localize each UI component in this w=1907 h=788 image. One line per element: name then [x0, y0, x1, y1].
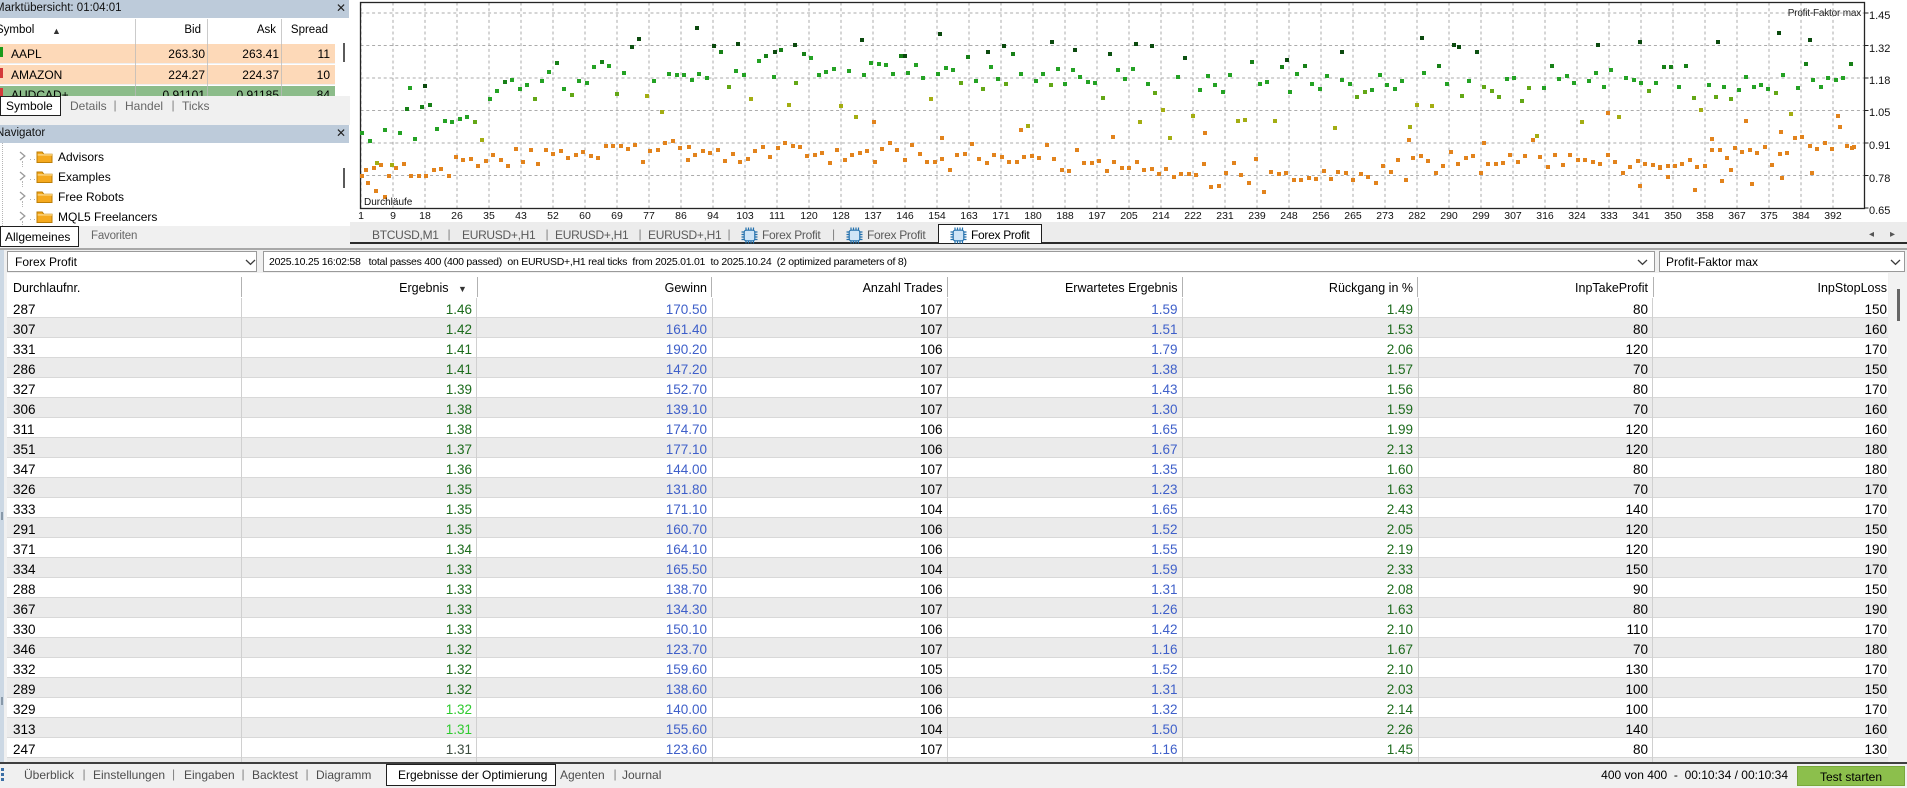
svg-text:248: 248 — [1280, 210, 1298, 222]
svg-text:222: 222 — [1184, 210, 1202, 222]
svg-text:1.45: 1.45 — [1869, 10, 1890, 22]
svg-text:231: 231 — [1216, 210, 1234, 222]
svg-text:35: 35 — [483, 210, 495, 222]
svg-text:350: 350 — [1664, 210, 1682, 222]
svg-text:307: 307 — [1504, 210, 1522, 222]
svg-text:290: 290 — [1440, 210, 1458, 222]
svg-text:316: 316 — [1536, 210, 1554, 222]
svg-text:146: 146 — [896, 210, 914, 222]
svg-text:214: 214 — [1152, 210, 1170, 222]
svg-text:265: 265 — [1344, 210, 1362, 222]
svg-text:392: 392 — [1824, 210, 1842, 222]
svg-text:137: 137 — [864, 210, 882, 222]
svg-text:86: 86 — [675, 210, 687, 222]
svg-text:163: 163 — [960, 210, 978, 222]
svg-text:384: 384 — [1792, 210, 1810, 222]
svg-text:128: 128 — [832, 210, 850, 222]
svg-text:188: 188 — [1056, 210, 1074, 222]
svg-text:26: 26 — [451, 210, 463, 222]
svg-text:0.78: 0.78 — [1869, 173, 1890, 185]
svg-text:103: 103 — [736, 210, 754, 222]
svg-text:94: 94 — [707, 210, 719, 222]
svg-text:69: 69 — [611, 210, 623, 222]
svg-text:333: 333 — [1600, 210, 1618, 222]
svg-text:43: 43 — [515, 210, 527, 222]
svg-text:60: 60 — [579, 210, 591, 222]
svg-text:18: 18 — [419, 210, 431, 222]
svg-text:239: 239 — [1248, 210, 1266, 222]
svg-text:171: 171 — [992, 210, 1010, 222]
svg-text:154: 154 — [928, 210, 946, 222]
svg-text:1: 1 — [358, 210, 364, 222]
svg-text:273: 273 — [1376, 210, 1394, 222]
svg-text:299: 299 — [1472, 210, 1490, 222]
svg-text:375: 375 — [1760, 210, 1778, 222]
svg-text:358: 358 — [1696, 210, 1714, 222]
svg-text:77: 77 — [643, 210, 655, 222]
svg-text:256: 256 — [1312, 210, 1330, 222]
svg-text:341: 341 — [1632, 210, 1650, 222]
svg-text:197: 197 — [1088, 210, 1106, 222]
svg-text:120: 120 — [800, 210, 818, 222]
svg-text:0.65: 0.65 — [1869, 205, 1890, 217]
svg-text:205: 205 — [1120, 210, 1138, 222]
svg-text:367: 367 — [1728, 210, 1746, 222]
svg-text:111: 111 — [769, 210, 785, 222]
svg-text:Durchläufe: Durchläufe — [364, 197, 413, 208]
svg-text:282: 282 — [1408, 210, 1426, 222]
svg-text:1.32: 1.32 — [1869, 43, 1890, 55]
svg-text:9: 9 — [390, 210, 396, 222]
svg-text:0.91: 0.91 — [1869, 140, 1890, 152]
svg-text:324: 324 — [1568, 210, 1586, 222]
svg-text:52: 52 — [547, 210, 559, 222]
svg-text:Profit-Faktor max: Profit-Faktor max — [1788, 8, 1861, 19]
svg-text:1.18: 1.18 — [1869, 75, 1890, 87]
svg-text:1.05: 1.05 — [1869, 107, 1890, 119]
svg-text:180: 180 — [1024, 210, 1042, 222]
